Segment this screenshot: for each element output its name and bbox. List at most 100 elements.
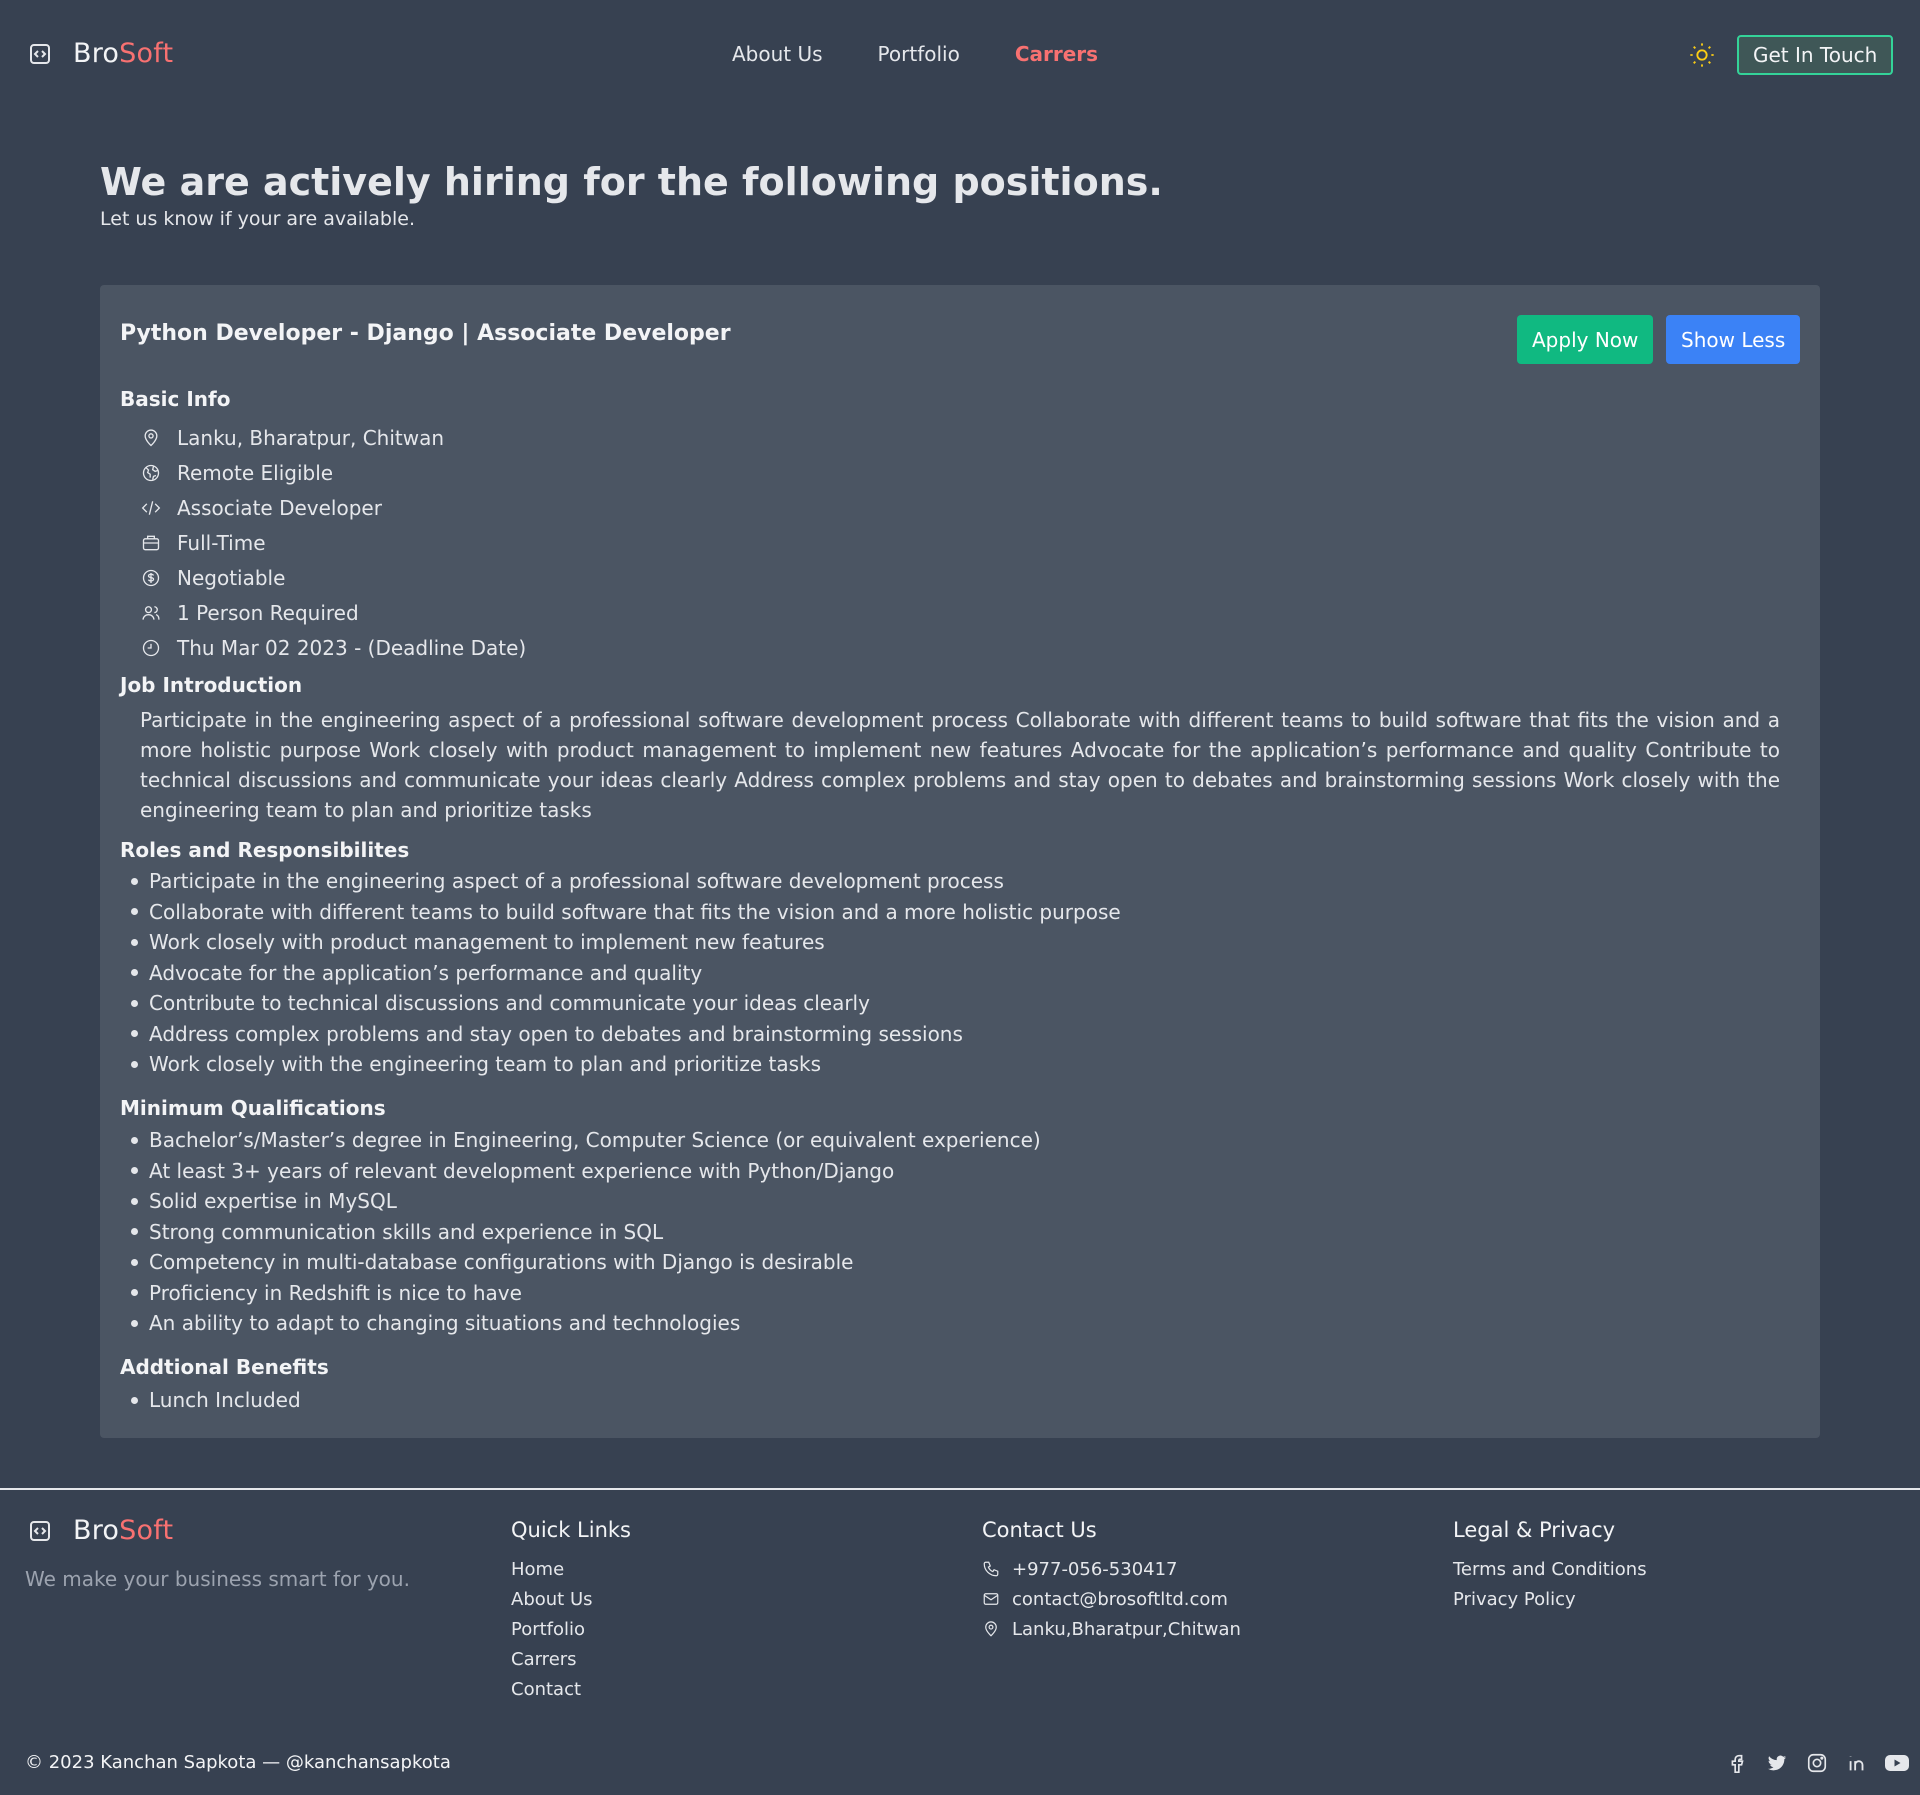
location-pin-icon [982,1619,1002,1639]
contact-address[interactable]: Lanku,Bharatpur,Chitwan [982,1614,1241,1644]
list-item: Advocate for the application’s performan… [130,958,1121,989]
info-remote: Remote Eligible [140,455,526,490]
list-item: At least 3+ years of relevant developmen… [130,1156,1041,1187]
footer-quick-links: Quick Links Home About Us Portfolio Carr… [511,1518,631,1704]
footer-link-carrers[interactable]: Carrers [511,1644,631,1674]
info-deadline-text: Thu Mar 02 2023 - (Deadline Date) [177,635,527,660]
benefits-list: Lunch Included [130,1385,301,1416]
list-item: Collaborate with different teams to buil… [130,897,1121,928]
info-location-text: Lanku, Bharatpur, Chitwan [177,425,445,450]
footer-link-contact[interactable]: Contact [511,1674,631,1704]
list-item: Participate in the engineering aspect of… [130,866,1121,897]
contact-heading: Contact Us [982,1518,1097,1542]
footer-legal: Legal & Privacy Terms and Conditions Pri… [1453,1518,1647,1614]
mail-icon [982,1589,1002,1609]
twitter-icon[interactable] [1764,1750,1790,1776]
contact-email-text: contact@brosoftltd.com [1012,1588,1228,1610]
social-links [1710,1750,1910,1776]
list-item: Contribute to technical discussions and … [130,988,1121,1019]
code-square-icon [25,1516,55,1546]
info-salary: Negotiable [140,560,526,595]
apply-now-button[interactable]: Apply Now [1517,315,1654,364]
list-item: Lunch Included [130,1385,301,1416]
location-pin-icon [140,427,162,449]
footer-brand[interactable]: BroSoft [25,1515,173,1546]
page-title: We are actively hiring for the following… [100,160,1163,204]
code-icon [140,497,162,519]
contact-email[interactable]: contact@brosoftltd.com [982,1584,1241,1614]
sun-icon[interactable] [1688,41,1716,69]
info-role-text: Associate Developer [177,495,382,520]
contact-phone[interactable]: +977-056-530417 [982,1554,1241,1584]
briefcase-icon [140,532,162,554]
footer-tagline: We make your business smart for you. [25,1567,410,1591]
job-card: Python Developer - Django | Associate De… [100,285,1820,1438]
show-less-button[interactable]: Show Less [1666,315,1801,364]
footer-link-terms[interactable]: Terms and Conditions [1453,1554,1647,1584]
users-icon [140,602,162,624]
footer-contact: Contact Us +977-056-530417 contact@broso… [982,1518,1241,1644]
list-item: Strong communication skills and experien… [130,1217,1041,1248]
info-openings-text: 1 Person Required [177,600,359,625]
contact-address-text: Lanku,Bharatpur,Chitwan [1012,1618,1241,1640]
nav-about-us[interactable]: About Us [732,42,823,66]
info-role: Associate Developer [140,490,526,525]
linkedin-icon[interactable] [1844,1750,1870,1776]
instagram-icon[interactable] [1804,1750,1830,1776]
youtube-icon[interactable] [1884,1750,1910,1776]
footer-brand-name: BroSoft [73,1515,173,1546]
clock-icon [140,637,162,659]
footer-divider [0,1488,1920,1490]
legal-heading: Legal & Privacy [1453,1518,1616,1542]
footer-brand-bro: Bro [73,1515,120,1546]
get-in-touch-button[interactable]: Get In Touch [1737,35,1894,75]
brand-name-bro: Bro [73,38,120,69]
list-item: Address complex problems and stay open t… [130,1019,1121,1050]
roles-heading: Roles and Responsibilites [120,838,410,862]
nav-portfolio[interactable]: Portfolio [878,42,960,66]
brand-name: BroSoft [73,38,173,69]
basic-info-heading: Basic Info [120,387,231,411]
list-item: An ability to adapt to changing situatio… [130,1308,1041,1339]
roles-list: Participate in the engineering aspect of… [130,866,1121,1080]
footer-link-privacy[interactable]: Privacy Policy [1453,1584,1647,1614]
info-deadline: Thu Mar 02 2023 - (Deadline Date) [140,630,526,665]
list-item: Bachelor’s/Master’s degree in Engineerin… [130,1125,1041,1156]
phone-icon [982,1559,1002,1579]
benefits-heading: Addtional Benefits [120,1355,329,1379]
job-intro-heading: Job Introduction [120,673,303,697]
footer-brand-soft: Soft [119,1515,174,1546]
list-item: Solid expertise in MySQL [130,1186,1041,1217]
brand-name-soft: Soft [119,38,174,69]
qualifications-list: Bachelor’s/Master’s degree in Engineerin… [130,1125,1041,1339]
info-openings: 1 Person Required [140,595,526,630]
dollar-icon [140,567,162,589]
qualifications-heading: Minimum Qualifications [120,1096,386,1120]
info-remote-text: Remote Eligible [177,460,334,485]
main-nav: About Us Portfolio Carrers [732,42,1153,66]
info-salary-text: Negotiable [177,565,286,590]
brand[interactable]: BroSoft [25,38,173,69]
contact-phone-text: +977-056-530417 [1012,1558,1178,1580]
list-item: Proficiency in Redshift is nice to have [130,1278,1041,1309]
job-intro-text: Participate in the engineering aspect of… [140,708,1780,822]
info-type-text: Full-Time [177,530,266,555]
site-header: BroSoft About Us Portfolio Carrers Get I… [0,0,1920,110]
code-square-icon [25,39,55,69]
footer-link-home[interactable]: Home [511,1554,631,1584]
facebook-icon[interactable] [1724,1750,1750,1776]
basic-info-list: Lanku, Bharatpur, Chitwan Remote Eligibl… [140,420,526,665]
footer-link-about-us[interactable]: About Us [511,1584,631,1614]
footer-link-portfolio[interactable]: Portfolio [511,1614,631,1644]
nav-carrers[interactable]: Carrers [1015,42,1098,66]
quick-links-heading: Quick Links [511,1518,632,1542]
list-item: Work closely with the engineering team t… [130,1049,1121,1080]
globe-icon [140,462,162,484]
page-subtitle: Let us know if your are available. [100,208,415,230]
copyright: © 2023 Kanchan Sapkota — @kanchansapkota [25,1752,451,1773]
info-location: Lanku, Bharatpur, Chitwan [140,420,526,455]
info-type: Full-Time [140,525,526,560]
list-item: Work closely with product management to … [130,927,1121,958]
list-item: Competency in multi-database configurati… [130,1247,1041,1278]
job-title: Python Developer - Django | Associate De… [120,321,731,346]
